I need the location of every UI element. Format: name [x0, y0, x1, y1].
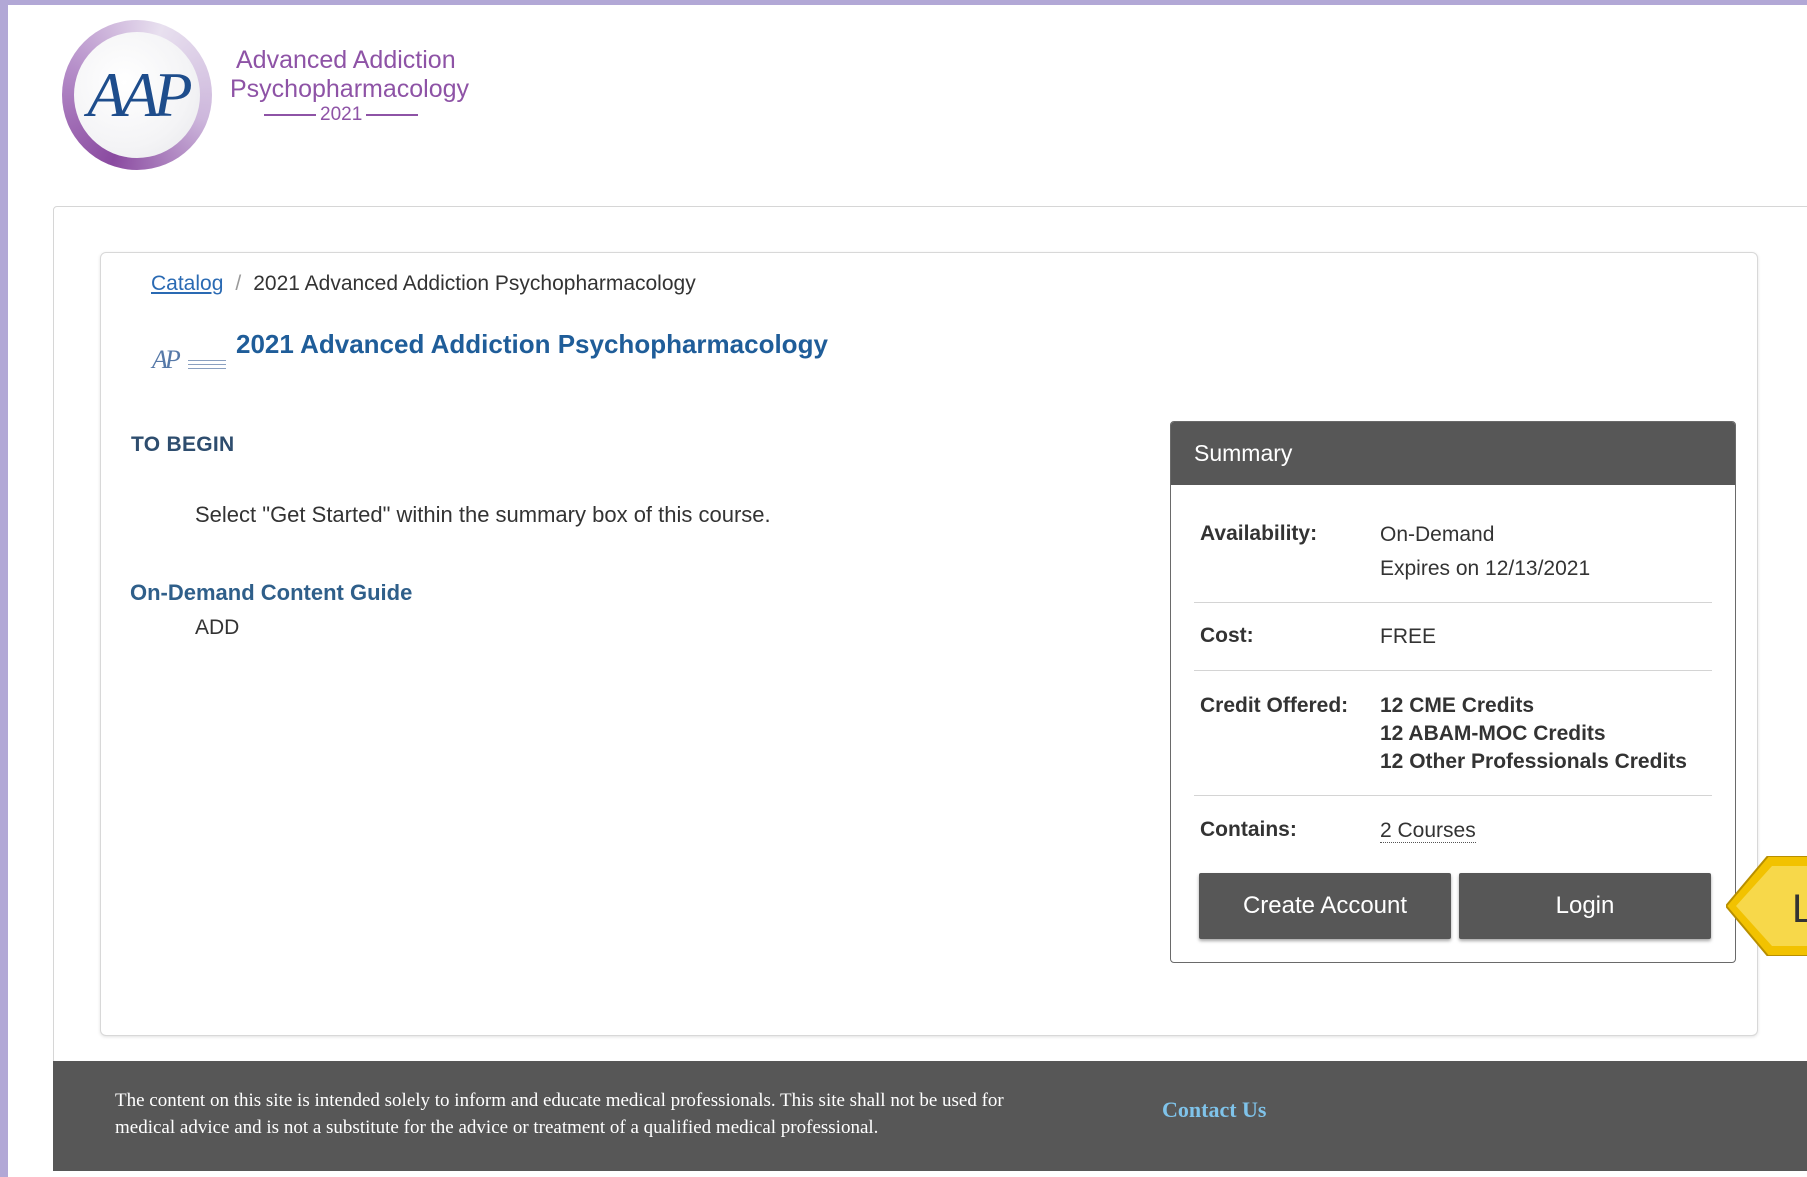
credit-row: Credit Offered: 12 CME Credits 12 ABAM-M…: [1194, 692, 1712, 782]
logo-line-2: Psychopharmacology: [230, 75, 470, 103]
logo-line-1: Advanced Addiction: [236, 46, 456, 74]
callout-arrow-icon: L: [1724, 855, 1807, 957]
content-guide-heading: On-Demand Content Guide: [130, 580, 413, 605]
credit-item: 12 CME Credits: [1380, 692, 1687, 720]
breadcrumb-catalog-link[interactable]: Catalog: [151, 272, 223, 296]
credit-name: ABAM-MOC Credits: [1408, 722, 1606, 745]
availability-label: Availability:: [1200, 522, 1318, 545]
availability-value: On-Demand: [1380, 523, 1495, 546]
credit-item: 12 Other Professionals Credits: [1380, 748, 1687, 776]
course-thumbnail-lines: [188, 360, 226, 361]
credit-count: 12: [1380, 722, 1404, 745]
content-guide-text: ADD: [195, 616, 240, 639]
availability-row: Availability: On-Demand Expires on 12/13…: [1194, 518, 1712, 588]
site-logo[interactable]: AAP Advanced Addiction Psychopharmacolog…: [60, 18, 480, 173]
window-frame-top: [0, 0, 1807, 5]
breadcrumb-current: 2021 Advanced Addiction Psychopharmacolo…: [253, 272, 696, 295]
contains-label: Contains:: [1200, 818, 1297, 841]
credit-name: CME Credits: [1409, 694, 1535, 717]
credit-name: Other Professionals Credits: [1409, 750, 1687, 773]
summary-divider: [1194, 602, 1712, 603]
availability-values: On-Demand Expires on 12/13/2021: [1380, 518, 1590, 586]
login-callout-arrow: L: [1724, 855, 1807, 957]
contact-us-link[interactable]: Contact Us: [1162, 1097, 1267, 1123]
logo-rule-right: [366, 114, 419, 116]
summary-card: Summary Availability: On-Demand Expires …: [1170, 421, 1736, 963]
logo-mark: AAP: [74, 32, 200, 158]
summary-divider: [1194, 670, 1712, 671]
breadcrumb: Catalog / 2021 Advanced Addiction Psycho…: [151, 272, 696, 296]
course-thumbnail: AP: [152, 345, 226, 375]
login-button[interactable]: Login: [1459, 873, 1711, 939]
site-footer: The content on this site is intended sol…: [53, 1061, 1807, 1171]
logo-year-row: 2021: [230, 104, 469, 126]
contains-value: 2 Courses: [1380, 814, 1476, 848]
window-frame-left: [0, 0, 8, 1177]
credit-label: Credit Offered:: [1200, 694, 1349, 717]
summary-divider: [1194, 795, 1712, 796]
instruction-text: Select "Get Started" within the summary …: [195, 502, 771, 527]
credit-count: 12: [1380, 694, 1404, 717]
cost-label: Cost:: [1200, 624, 1254, 647]
credit-count: 12: [1380, 750, 1404, 773]
cost-value: FREE: [1380, 625, 1437, 648]
contains-row: Contains: 2 Courses: [1194, 814, 1712, 848]
credit-item: 12 ABAM-MOC Credits: [1380, 720, 1687, 748]
footer-disclaimer: The content on this site is intended sol…: [115, 1087, 1095, 1141]
course-thumbnail-mark: AP: [152, 345, 181, 374]
breadcrumb-separator: /: [235, 272, 242, 295]
logo-year: 2021: [320, 104, 363, 125]
create-account-button[interactable]: Create Account: [1199, 873, 1451, 939]
summary-heading: Summary: [1171, 422, 1735, 485]
footer-disclaimer-line-2: medical advice and is not a substitute f…: [115, 1117, 879, 1138]
logo-rule-left: [264, 114, 316, 116]
expires-text: Expires on 12/13/2021: [1380, 557, 1591, 580]
contains-courses-link[interactable]: 2 Courses: [1380, 819, 1476, 843]
footer-disclaimer-line-1: The content on this site is intended sol…: [115, 1090, 1004, 1111]
callout-letter: L: [1792, 887, 1807, 931]
credit-list: 12 CME Credits 12 ABAM-MOC Credits 12 Ot…: [1380, 692, 1687, 776]
to-begin-heading: TO BEGIN: [131, 433, 235, 456]
logo-ring: AAP: [62, 20, 212, 170]
course-title: 2021 Advanced Addiction Psychopharmacolo…: [236, 329, 828, 359]
cost-row: Cost: FREE: [1194, 620, 1712, 654]
logo-wordmark: Advanced Addiction Psychopharmacology 20…: [230, 46, 469, 126]
